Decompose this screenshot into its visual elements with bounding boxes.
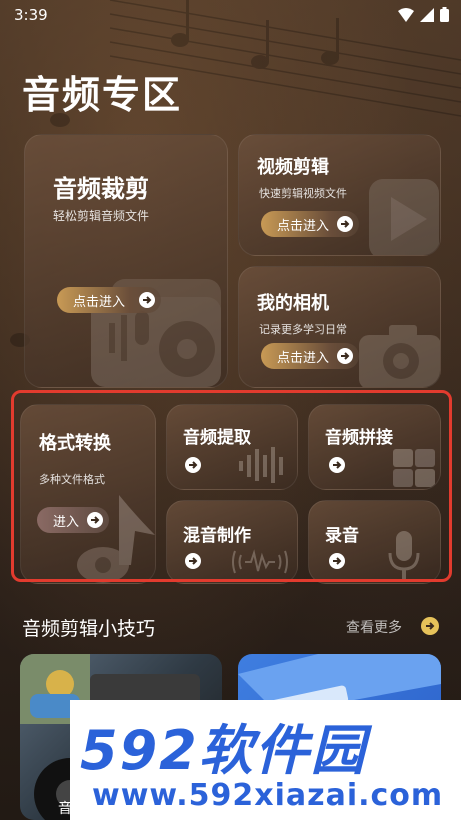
format-convert-enter-label: 进入: [53, 514, 80, 530]
format-convert-title: 格式转换: [39, 433, 111, 454]
status-icons: [398, 7, 449, 22]
audio-mix-title: 混音制作: [183, 526, 251, 546]
video-edit-enter-button[interactable]: 点击进入: [261, 211, 359, 237]
video-edit-title: 视频剪辑: [257, 157, 329, 178]
play-icon: [369, 179, 439, 255]
arrow-right-icon[interactable]: [185, 457, 201, 473]
my-camera-enter-label: 点击进入: [277, 350, 330, 366]
watermark-url: www.592xiazai.com: [92, 778, 444, 813]
arrow-right-icon[interactable]: [329, 457, 345, 473]
arrow-right-icon[interactable]: [185, 553, 201, 569]
record-title: 录音: [325, 526, 359, 546]
tips-section-title: 音频剪辑小技巧: [22, 618, 156, 640]
audio-recorder-icon: [91, 279, 221, 387]
arrow-right-icon: [337, 216, 353, 232]
audio-extract-card[interactable]: 音频提取: [166, 404, 298, 490]
format-convert-subtitle: 多种文件格式: [39, 473, 105, 486]
audio-splice-title: 音频拼接: [325, 428, 393, 448]
page-title: 音频专区: [22, 73, 183, 117]
arrow-right-icon[interactable]: [421, 617, 439, 635]
format-convert-enter-button[interactable]: 进入: [37, 507, 109, 533]
audio-cut-title: 音频裁剪: [53, 175, 149, 203]
audio-cut-enter-label: 点击进入: [73, 294, 126, 310]
camera-icon: [359, 325, 440, 387]
sound-wave-icon: [239, 447, 283, 483]
wifi-icon: [398, 7, 414, 22]
battery-icon: [440, 7, 449, 22]
arrow-right-icon: [139, 292, 155, 308]
format-convert-card[interactable]: 格式转换 多种文件格式 进入: [20, 404, 156, 584]
audio-cut-subtitle: 轻松剪辑音频文件: [53, 209, 150, 223]
status-bar: 3:39: [0, 0, 461, 32]
video-edit-enter-label: 点击进入: [277, 218, 330, 234]
my-camera-card[interactable]: 我的相机 记录更多学习日常 点击进入: [238, 266, 441, 388]
my-camera-title: 我的相机: [257, 293, 329, 314]
puzzle-icon: [393, 449, 435, 487]
audio-splice-card[interactable]: 音频拼接: [308, 404, 441, 490]
status-time: 3:39: [14, 6, 48, 24]
mix-wave-icon: [232, 549, 288, 574]
record-card[interactable]: 录音: [308, 500, 441, 584]
see-more-link[interactable]: 查看更多: [346, 617, 402, 637]
signal-icon: [420, 7, 434, 22]
microphone-icon: [388, 531, 420, 579]
video-edit-card[interactable]: 视频剪辑 快速剪辑视频文件 点击进入: [238, 134, 441, 256]
arrow-right-icon[interactable]: [329, 553, 345, 569]
audio-mix-card[interactable]: 混音制作: [166, 500, 298, 584]
audio-cut-card[interactable]: 音频裁剪 轻松剪辑音频文件 点击进入: [24, 134, 228, 388]
arrow-right-icon: [87, 512, 103, 528]
watermark-logo: 592软件园: [80, 719, 367, 782]
video-edit-subtitle: 快速剪辑视频文件: [259, 187, 347, 200]
my-camera-subtitle: 记录更多学习日常: [259, 323, 347, 336]
my-camera-enter-button[interactable]: 点击进入: [261, 343, 359, 369]
audio-cut-enter-button[interactable]: 点击进入: [57, 287, 161, 313]
arrow-right-icon: [337, 348, 353, 364]
